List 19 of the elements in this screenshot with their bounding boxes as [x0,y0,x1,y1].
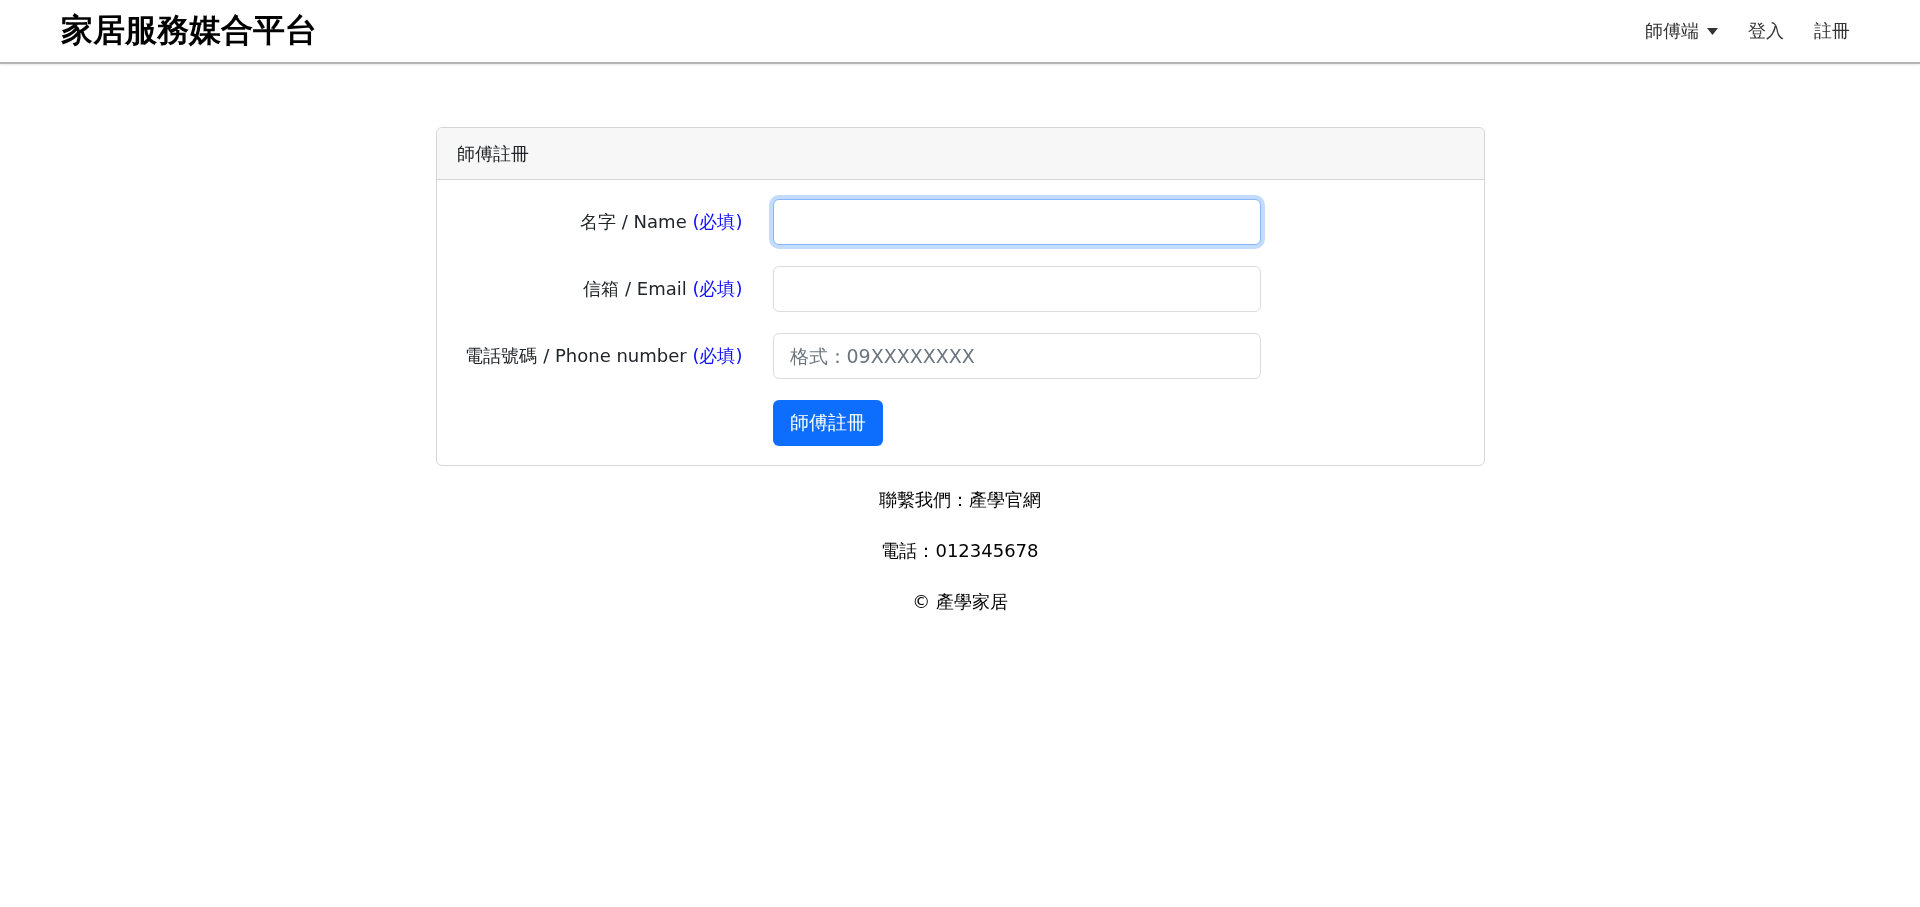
field-label: 信箱 / Email [583,278,687,299]
field-label: 電話號碼 / Phone number [465,345,687,366]
nav-link[interactable]: 登入 [1748,19,1784,43]
card-title: 師傅註冊 [456,141,529,166]
submit-button[interactable]: 師傅註冊 [772,400,883,446]
footer-text: 聯繫我們：產學官網 [879,488,1041,512]
nav-link[interactable]: 註冊 [1814,19,1850,43]
input-field[interactable] [772,266,1261,312]
required-note: (必填) [692,345,743,366]
input-field[interactable] [772,199,1261,245]
field-label: 名字 / Name [580,211,687,232]
brand-title[interactable]: 家居服務媒合平台 [61,9,317,53]
input-field[interactable]: 格式：09XXXXXXXX [772,333,1261,379]
footer-text: 電話：012345678 [881,539,1039,563]
required-note: (必填) [692,211,743,232]
caret-icon [1707,27,1718,35]
required-note: (必填) [692,278,743,299]
footer-text: © 產學家居 [912,590,1008,614]
dropdown-toggle[interactable]: 師傅端 [1645,19,1718,43]
